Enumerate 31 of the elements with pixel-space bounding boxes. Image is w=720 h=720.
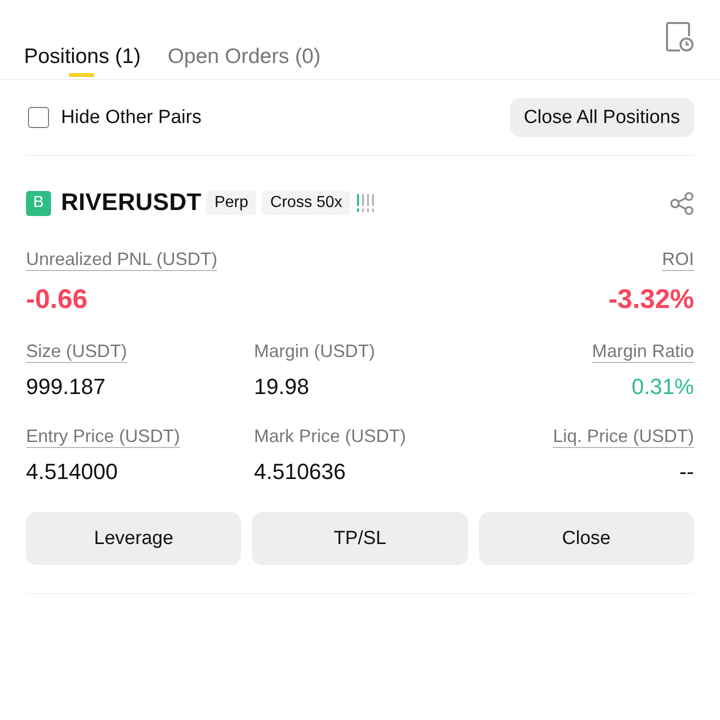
tab[interactable]: Positions (1) [24, 0, 141, 79]
stat-label: ROI [662, 248, 694, 271]
document-clock-icon[interactable] [666, 22, 694, 52]
field-value: 4.514000 [26, 460, 118, 484]
field-value: 999.187 [26, 375, 106, 399]
action-button[interactable]: Leverage [26, 512, 242, 565]
field-value: 19.98 [254, 375, 310, 399]
field-value: 0.31% [632, 375, 694, 399]
field-label: Liq. Price (USDT) [552, 425, 694, 448]
side-badge: B [26, 190, 51, 216]
stat-label: Unrealized PNL (USDT) [26, 248, 218, 271]
field-label: Mark Price (USDT) [254, 425, 406, 448]
field-value: 4.510636 [254, 460, 346, 484]
field-label: Margin (USDT) [254, 340, 376, 363]
bar-meter-icon [356, 194, 374, 212]
field-label: Margin Ratio [592, 340, 694, 363]
field-label: Size (USDT) [26, 340, 128, 363]
checkbox[interactable] [28, 107, 49, 128]
close-all-positions-button[interactable]: Close All Positions [510, 98, 694, 137]
tag: Cross 50x [262, 191, 350, 215]
action-button[interactable]: Close [478, 512, 694, 565]
symbol-name: RIVERUSDT [61, 189, 202, 217]
roi-value: -3.32% [608, 283, 694, 315]
tag: Perp [206, 191, 256, 215]
field-value: -- [679, 460, 694, 484]
share-icon[interactable] [670, 192, 694, 214]
action-button[interactable]: TP/SL [252, 512, 468, 565]
checkbox-label[interactable]: Hide Other Pairs [61, 106, 202, 128]
pnl-value: -0.66 [26, 283, 88, 315]
field-label: Entry Price (USDT) [26, 425, 180, 448]
tab[interactable]: Open Orders (0) [168, 0, 321, 79]
